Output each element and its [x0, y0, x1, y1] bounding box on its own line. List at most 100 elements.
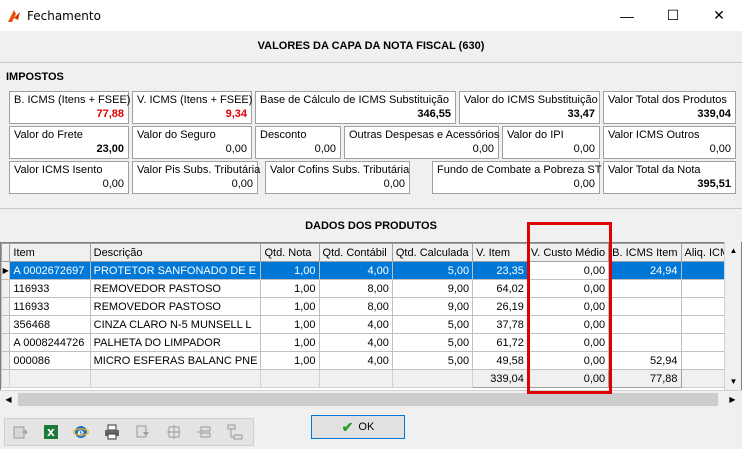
cell[interactable] [608, 333, 682, 352]
move-left-icon[interactable] [192, 420, 218, 444]
cell[interactable]: 26,19 [472, 297, 528, 316]
cell[interactable]: 37,78 [472, 315, 528, 334]
cell[interactable]: 1,00 [260, 315, 320, 334]
cell[interactable]: 1,00 [260, 261, 320, 280]
scrollbar-thumb[interactable] [18, 393, 718, 406]
checkmark-icon: ✔ [341, 418, 354, 435]
empty-cell [391, 369, 474, 388]
cell[interactable]: MICRO ESFERAS BALANC PNE [89, 351, 262, 370]
config-icon[interactable] [161, 420, 187, 444]
table-header-row: Item Descrição Qtd. Nota Qtd. Contábil Q… [1, 243, 741, 262]
cell[interactable]: 4,00 [318, 261, 393, 280]
cell[interactable]: 4,00 [318, 333, 393, 352]
maximize-button[interactable]: ☐ [650, 0, 696, 31]
cell[interactable]: PROTETOR SANFONADO DE E [89, 261, 262, 280]
outras-despesas-field: Outras Despesas e Acessórios 0,00 [344, 126, 499, 159]
cell[interactable] [608, 279, 682, 298]
cell[interactable]: PALHETA DO LIMPADOR [89, 333, 262, 352]
field-label: Valor Total dos Produtos [608, 94, 727, 106]
cell[interactable]: 8,00 [318, 297, 393, 316]
column-header[interactable]: Qtd. Contábil [318, 243, 393, 262]
scroll-left-icon[interactable]: ◀ [0, 391, 17, 408]
desconto-field: Desconto 0,00 [255, 126, 341, 159]
table-row[interactable]: A 0008244726 PALHETA DO LIMPADOR 1,00 4,… [1, 333, 741, 352]
cell[interactable]: 1,00 [260, 333, 320, 352]
cell[interactable]: 49,58 [472, 351, 528, 370]
highlight-annotation-box [527, 222, 612, 394]
cell[interactable]: 5,00 [391, 333, 474, 352]
cell[interactable]: 52,94 [608, 351, 682, 370]
field-value: 77,88 [96, 108, 124, 120]
column-header[interactable]: B. ICMS Item [608, 243, 682, 262]
field-label: Valor Pis Subs. Tributária [137, 164, 261, 176]
valor-seguro-field: Valor do Seguro 0,00 [132, 126, 252, 159]
cell[interactable]: 116933 [9, 279, 91, 298]
empty-cell [318, 369, 393, 388]
table-row[interactable]: 116933 REMOVEDOR PASTOSO 1,00 8,00 9,00 … [1, 279, 741, 298]
field-label: Valor Cofins Subs. Tributária [270, 164, 410, 176]
scroll-right-icon[interactable]: ▶ [724, 391, 741, 408]
cell[interactable]: 1,00 [260, 297, 320, 316]
svg-text:X: X [47, 428, 55, 439]
cell[interactable]: REMOVEDOR PASTOSO [89, 279, 262, 298]
tree-icon[interactable] [222, 420, 248, 444]
column-header[interactable]: Qtd. Nota [260, 243, 320, 262]
cell[interactable]: 9,00 [391, 279, 474, 298]
valor-icms-st-field: Valor do ICMS Substituição 33,47 [459, 91, 600, 124]
cell[interactable]: CINZA CLARO N-5 MUNSELL L [89, 315, 262, 334]
empty-cell [89, 369, 262, 388]
cell[interactable]: 24,94 [608, 261, 682, 280]
table-row[interactable]: 116933 REMOVEDOR PASTOSO 1,00 8,00 9,00 … [1, 297, 741, 316]
field-value: 0,00 [573, 143, 595, 155]
table-row[interactable]: 000086 MICRO ESFERAS BALANC PNE 1,00 4,0… [1, 351, 741, 370]
field-label: Base de Cálculo de ICMS Substituição [260, 94, 449, 106]
cell[interactable]: 9,00 [391, 297, 474, 316]
cell[interactable]: REMOVEDOR PASTOSO [89, 297, 262, 316]
field-label: V. ICMS (Itens + FSEE) [137, 94, 253, 106]
cell[interactable]: 000086 [9, 351, 91, 370]
cell[interactable]: 1,00 [260, 279, 320, 298]
cell[interactable]: 5,00 [391, 351, 474, 370]
close-button[interactable]: ✕ [696, 0, 742, 31]
valor-total-produtos-field: Valor Total dos Produtos 339,04 [603, 91, 736, 124]
products-grid[interactable]: Item Descrição Qtd. Nota Qtd. Contábil Q… [0, 242, 742, 407]
cell[interactable]: 64,02 [472, 279, 528, 298]
internet-explorer-icon[interactable]: e [69, 420, 95, 444]
cell[interactable]: A 0008244726 [9, 333, 91, 352]
table-row[interactable]: ▶ A 0002672697 PROTETOR SANFONADO DE E 1… [1, 261, 741, 280]
cell[interactable]: 23,35 [472, 261, 528, 280]
minimize-button[interactable]: — [604, 0, 650, 31]
cell[interactable]: 4,00 [318, 351, 393, 370]
excel-icon[interactable]: X [38, 420, 64, 444]
print-icon[interactable] [99, 420, 125, 444]
field-label: Valor do Seguro [137, 129, 216, 141]
field-label: B. ICMS (Itens + FSEE) [14, 94, 131, 106]
cell[interactable]: 8,00 [318, 279, 393, 298]
cell[interactable] [608, 297, 682, 316]
cell[interactable]: 61,72 [472, 333, 528, 352]
filter-icon[interactable] [130, 420, 156, 444]
column-header[interactable]: V. Item [472, 243, 528, 262]
cell[interactable]: 5,00 [391, 315, 474, 334]
horizontal-scrollbar[interactable]: ◀ ▶ [0, 390, 742, 407]
cell[interactable]: 4,00 [318, 315, 393, 334]
ok-button[interactable]: ✔ OK [311, 415, 405, 439]
cell[interactable]: 116933 [9, 297, 91, 316]
column-header[interactable]: Descrição [89, 243, 262, 262]
table-row[interactable]: 356468 CINZA CLARO N-5 MUNSELL L 1,00 4,… [1, 315, 741, 334]
valor-pis-st-field: Valor Pis Subs. Tributária 0,00 [132, 161, 261, 194]
cell[interactable]: 356468 [9, 315, 91, 334]
cell[interactable] [608, 315, 682, 334]
valor-cofins-st-field: Valor Cofins Subs. Tributária 0,00 [265, 161, 410, 194]
cell[interactable]: 5,00 [391, 261, 474, 280]
valor-icms-isento-field: Valor ICMS Isento 0,00 [9, 161, 129, 194]
vertical-scrollbar[interactable]: ▲ ▼ [724, 242, 741, 390]
cell[interactable]: 1,00 [260, 351, 320, 370]
scroll-up-icon[interactable]: ▲ [725, 242, 742, 259]
cell[interactable]: A 0002672697 [9, 261, 91, 280]
scroll-down-icon[interactable]: ▼ [725, 373, 742, 390]
row-selected-indicator-icon: ▶ [1, 261, 11, 280]
column-header[interactable]: Item [9, 243, 91, 262]
column-header[interactable]: Qtd. Calculada [391, 243, 474, 262]
export-icon[interactable] [7, 420, 33, 444]
